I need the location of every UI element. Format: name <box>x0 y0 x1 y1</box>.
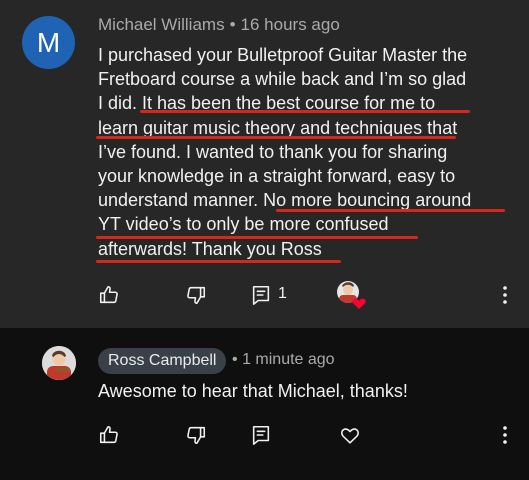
thumbs-down-icon[interactable] <box>185 284 207 306</box>
comment-author[interactable]: Michael Williams <box>98 15 225 34</box>
avatar[interactable] <box>42 346 76 380</box>
thumbs-down-icon[interactable] <box>185 424 207 446</box>
reply-body: Awesome to hear that Michael, thanks! <box>98 381 408 401</box>
comment-line: Fretboard course a while back and I’m so… <box>98 69 467 90</box>
highlight-underline <box>96 260 341 263</box>
comment-meta: Michael Williams • 16 hours ago <box>98 15 340 35</box>
highlight-underline <box>96 136 456 139</box>
reply-actions <box>0 420 529 450</box>
comment-actions: 1 <box>0 280 529 310</box>
avatar-letter: M <box>36 26 61 58</box>
heart-outline-icon[interactable] <box>339 424 361 446</box>
reply-comment-icon[interactable] <box>250 284 272 306</box>
meta-separator: • <box>229 15 236 34</box>
thumbs-up-icon[interactable] <box>98 284 120 306</box>
creator-heart-icon[interactable] <box>336 280 366 310</box>
reply-comment-icon[interactable] <box>250 424 272 446</box>
thumbs-up-icon[interactable] <box>98 424 120 446</box>
comment-line: afterwards! Thank you Ross <box>98 238 322 259</box>
comment-line: YT video’s to only be more confused <box>98 214 389 235</box>
author-chip[interactable]: Ross Campbell <box>98 348 227 374</box>
comment-line: your knowledge in a straight forward, ea… <box>98 165 456 186</box>
reply-author: Ross Campbell <box>108 352 217 369</box>
avatar[interactable]: M <box>22 16 75 69</box>
meta-separator: • <box>232 351 238 368</box>
reply-meta: • 1 minute ago <box>232 351 335 369</box>
reply-count[interactable]: 1 <box>278 285 287 303</box>
comment-thread: M Michael Williams • 16 hours ago I purcha… <box>0 0 529 328</box>
reply-time[interactable]: 1 minute ago <box>242 351 335 368</box>
highlight-underline <box>96 236 418 239</box>
more-vertical-icon[interactable] <box>494 424 516 446</box>
comment-body: I purchased your Bulletproof Guitar Mast… <box>98 43 518 261</box>
comment-line: I purchased your Bulletproof Guitar Mast… <box>98 45 468 65</box>
comment-line: I’ve found. I wanted to thank you for sh… <box>98 141 448 162</box>
highlight-underline <box>140 110 470 113</box>
more-vertical-icon[interactable] <box>494 284 516 306</box>
highlight-underline <box>276 209 505 212</box>
reply-thread: Ross Campbell • 1 minute ago Awesome to … <box>0 328 529 480</box>
comment-time[interactable]: 16 hours ago <box>241 15 340 34</box>
